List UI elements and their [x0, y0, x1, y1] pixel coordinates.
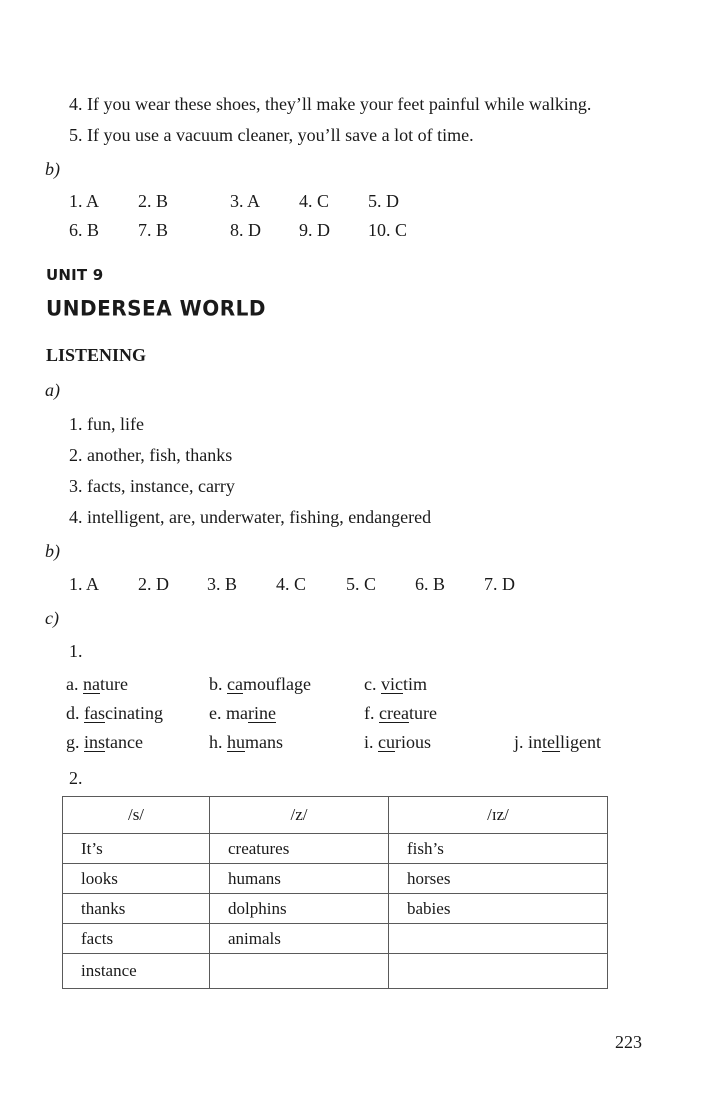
part-b-label: b)	[45, 541, 60, 561]
answer: 5. D	[368, 191, 399, 211]
stress-word: b. camouflage	[209, 674, 311, 694]
answer: 6. B	[69, 220, 100, 240]
part-c2-label: 2.	[69, 768, 83, 788]
stress-word: d. fascinating	[66, 703, 163, 723]
answer: 9. D	[299, 220, 330, 240]
table-header: /s/	[62, 796, 210, 834]
listening-a-item: 4. intelligent, are, underwater, fishing…	[69, 507, 432, 527]
stress-word: g. instance	[66, 732, 143, 752]
table-header: /z/	[209, 796, 389, 834]
stress-word: c. victim	[364, 674, 428, 694]
answer: 1. A	[69, 191, 100, 211]
answer: 7. D	[484, 574, 515, 594]
answer: 2. B	[138, 191, 169, 211]
table-cell: thanks	[62, 893, 210, 924]
table-cell: dolphins	[209, 893, 389, 924]
stress-word: f. creature	[364, 703, 437, 723]
table-cell: facts	[62, 923, 210, 954]
sentence-5: 5. If you use a vacuum cleaner, you’ll s…	[69, 125, 474, 145]
answer: 4. C	[276, 574, 307, 594]
answer: 4. C	[299, 191, 330, 211]
table-header: /ɪz/	[388, 796, 608, 834]
answer: 6. B	[415, 574, 446, 594]
sentence-4: 4. If you wear these shoes, they’ll make…	[69, 94, 592, 114]
table-cell: babies	[388, 893, 608, 924]
table-cell: instance	[62, 953, 210, 989]
answer: 5. C	[346, 574, 377, 594]
section-b-label: b)	[45, 159, 60, 179]
unit-title: UNDERSEA WORLD	[46, 295, 266, 321]
table-cell: fish’s	[388, 833, 608, 864]
table-row: facts animals	[62, 923, 608, 954]
answer: 2. D	[138, 574, 169, 594]
part-c1-label: 1.	[69, 641, 83, 661]
table-cell: horses	[388, 863, 608, 894]
page-number: 223	[615, 1032, 642, 1052]
answer: 8. D	[230, 220, 261, 240]
stress-word: i. curious	[364, 732, 432, 752]
listening-a-item: 2. another, fish, thanks	[69, 445, 233, 465]
table-cell: looks	[62, 863, 210, 894]
unit-label: UNIT 9	[46, 266, 104, 284]
table-row: instance	[62, 953, 608, 989]
table-row: looks humans horses	[62, 863, 608, 894]
answer: 3. B	[207, 574, 238, 594]
table-cell	[388, 923, 608, 954]
stress-word: e. marine	[209, 703, 276, 723]
section-heading-listening: LISTENING	[46, 345, 147, 365]
table-row: thanks dolphins babies	[62, 893, 608, 924]
answer: 1. A	[69, 574, 100, 594]
stress-word: a. nature	[66, 674, 128, 694]
table-cell: humans	[209, 863, 389, 894]
table-cell	[209, 953, 389, 989]
pronunciation-table: /s/ /z/ /ɪz/ It’s creatures fish’s looks…	[62, 796, 608, 989]
table-cell	[388, 953, 608, 989]
part-c-label: c)	[45, 608, 59, 628]
part-a-label: a)	[45, 380, 60, 400]
table-row: It’s creatures fish’s	[62, 833, 608, 864]
answer: 3. A	[230, 191, 261, 211]
table-cell: It’s	[62, 833, 210, 864]
listening-a-item: 1. fun, life	[69, 414, 144, 434]
answer: 10. C	[368, 220, 408, 240]
answer: 7. B	[138, 220, 169, 240]
stress-word: j. intelligent	[514, 732, 602, 752]
stress-word: h. humans	[209, 732, 283, 752]
table-cell: animals	[209, 923, 389, 954]
table-cell: creatures	[209, 833, 389, 864]
listening-a-item: 3. facts, instance, carry	[69, 476, 235, 496]
